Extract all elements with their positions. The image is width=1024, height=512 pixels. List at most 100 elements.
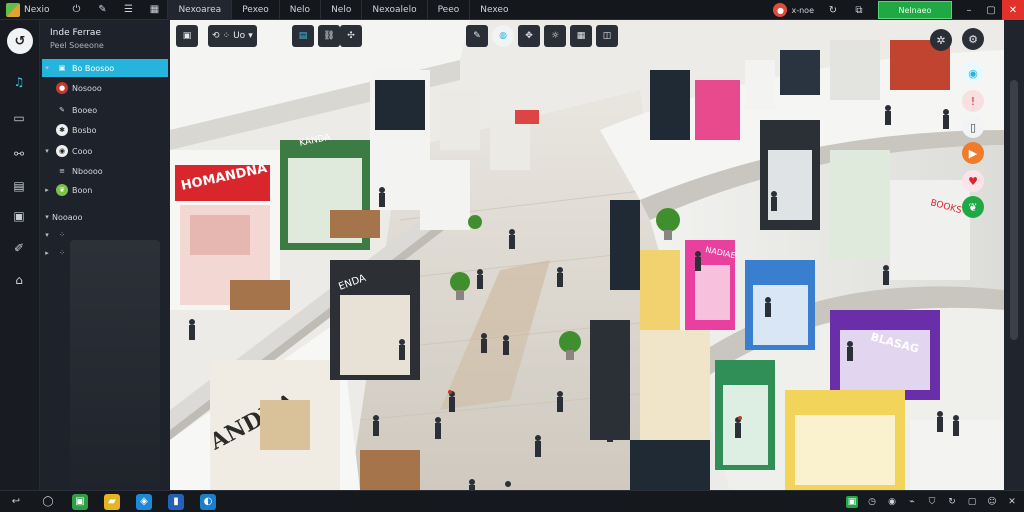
edge-app-icon[interactable]: ◐	[200, 493, 216, 510]
teal-status-icon[interactable]: ◉	[962, 62, 984, 84]
tree-item-8[interactable]: ▾ Nooaoo	[42, 208, 168, 226]
refresh-icon[interactable]: ↻	[826, 3, 840, 17]
top-menu-bar: Nexio ⏻ ✎ ☰ ▦ Nexoarea Pexeo Nelo Nelo N…	[0, 0, 1024, 20]
folder-icon[interactable]: ▰	[104, 493, 120, 510]
viewport-toolbar-extra: ✣	[340, 25, 362, 47]
link-icon[interactable]: ⚯	[9, 144, 29, 164]
light-tool-button[interactable]: ☼	[544, 25, 566, 47]
mall-scene-render: HOMANDNA KANDA ANDNA ENDA BOOKS BLASAG N…	[170, 20, 1004, 490]
menu-item-5[interactable]: Nexoalelo	[361, 0, 426, 20]
gear-icon: ✱	[56, 124, 68, 136]
dots-icon: ⁘	[59, 231, 65, 239]
tree-item-sub-2[interactable]: ▸ ⁘	[42, 244, 168, 262]
snap-tool-button[interactable]: ◍	[492, 25, 514, 47]
tray-bell-icon[interactable]: ⌁	[906, 496, 918, 508]
menu-item-2[interactable]: Pexeo	[231, 0, 279, 20]
plant-status-icon[interactable]: ❦	[962, 196, 984, 218]
camera-tool-button[interactable]: ◫	[596, 25, 618, 47]
tree-item-7[interactable]: ▸ ❦ Boon	[42, 181, 168, 199]
box-icon[interactable]: ▭	[9, 108, 29, 128]
tree-item-4[interactable]: ✱ Bosbo	[42, 121, 168, 139]
house-icon[interactable]: ⌂	[9, 270, 29, 290]
tree-item-5[interactable]: ▾ ◉ Cooo	[42, 142, 168, 160]
tree-item-label: Bo Boosoo	[72, 63, 115, 73]
expand-caret-icon[interactable]: ▸	[42, 249, 52, 257]
store-app-icon[interactable]: ◈	[136, 493, 152, 510]
viewport-toolbar-mid: ⟲ ⁘ Uo ▾	[208, 25, 257, 47]
tree-item-3[interactable]: ✎ Booeo	[42, 101, 168, 119]
nav-gizmo-icon[interactable]: ✲	[930, 29, 952, 51]
panel-subtitle: Peel Soeeone	[50, 41, 104, 50]
viewport-toolbar-center: ✎ ◍ ✥ ☼ ▦ ◫	[466, 25, 618, 47]
status-label: x-noe	[791, 5, 814, 15]
split-icon[interactable]: ⧉	[852, 3, 866, 17]
video-icon[interactable]: ▶	[962, 142, 984, 164]
object-icon: ●	[56, 82, 68, 94]
tray-eye-icon[interactable]: ◉	[886, 496, 898, 508]
close-button[interactable]: ✕	[1002, 0, 1024, 20]
tree-item-label: Boon	[72, 185, 93, 195]
green-app-icon[interactable]: ▣	[72, 493, 88, 510]
book-app-icon[interactable]: ▮	[168, 493, 184, 510]
primary-action-button[interactable]: Nelnaeo	[878, 1, 952, 19]
tree-item-label: Bosbo	[72, 125, 97, 135]
minimize-button[interactable]: –	[958, 0, 980, 20]
alert-icon[interactable]: !	[962, 90, 984, 112]
menu-item-6[interactable]: Peeo	[426, 0, 470, 20]
gizmo-tool-button[interactable]: ✥	[518, 25, 540, 47]
tray-user-icon[interactable]: ☺	[986, 496, 998, 508]
tray-close-icon[interactable]: ✕	[1006, 496, 1018, 508]
link-tool-button[interactable]: ⛓	[318, 25, 340, 47]
viewport-toolbar-left: ▣	[176, 25, 198, 47]
back-arrow-icon[interactable]: ↩	[8, 494, 24, 510]
camera-mode-button[interactable]: ⟲ ⁘ Uo ▾	[208, 25, 257, 47]
maximize-button[interactable]: ▢	[980, 0, 1002, 20]
system-tray: ▣ ◷ ◉ ⌁ ⛉ ↻ ▢ ☺ ✕	[846, 491, 1018, 512]
tray-green-icon[interactable]: ▣	[846, 496, 858, 508]
transform-tool-button[interactable]: ✣	[340, 25, 362, 47]
vertical-scrollbar[interactable]	[1004, 20, 1024, 490]
book-icon[interactable]: ▤	[9, 176, 29, 196]
3d-viewport[interactable]: HOMANDNA KANDA ANDNA ENDA BOOKS BLASAG N…	[170, 20, 1004, 490]
power-icon[interactable]: ⏻	[69, 3, 83, 17]
expand-caret-icon[interactable]: ▸	[42, 186, 52, 194]
select-tool-button[interactable]: ▤	[292, 25, 314, 47]
tree-item-sub-1[interactable]: ▾ ⁘	[42, 226, 168, 244]
workspace-logo-icon[interactable]: ↺	[7, 28, 33, 54]
tray-box-icon[interactable]: ▢	[966, 496, 978, 508]
menu-item-7[interactable]: Nexeo	[469, 0, 518, 20]
frame-icon[interactable]: ▣	[176, 25, 198, 47]
menu-item-3[interactable]: Nelo	[278, 0, 320, 20]
tree-item-1[interactable]: ▾ ▣ Bo Boosoo	[42, 59, 168, 77]
menu-item-1[interactable]: Nexoarea	[167, 0, 232, 20]
viewport-toolbar-tools: ▤ ⛓	[292, 25, 340, 47]
tree-item-2[interactable]: ● Nosooo	[42, 79, 168, 97]
music-note-icon[interactable]: ♫	[9, 72, 29, 92]
app-name: Nexio	[24, 4, 50, 15]
record-icon[interactable]: ●	[773, 3, 788, 17]
bottom-taskbar: ↩ ◯ ▣ ▰ ◈ ▮ ◐ ▣ ◷ ◉ ⌁ ⛉ ↻ ▢ ☺ ✕	[0, 490, 1024, 512]
scrollbar-thumb[interactable]	[1010, 80, 1018, 340]
grid-icon[interactable]: ▦	[147, 3, 161, 17]
tree-item-6[interactable]: ≡ Nboooo	[42, 162, 168, 180]
settings-gear-icon[interactable]: ⚙	[962, 28, 984, 50]
expand-caret-icon[interactable]: ▾	[42, 231, 52, 239]
tools-icon[interactable]: ✎	[95, 3, 109, 17]
scene-tree-panel: Inde Ferrae Peel Soeeone ▾ ▣ Bo Boosoo ●…	[40, 20, 170, 490]
heart-icon[interactable]: ♥	[962, 170, 984, 192]
brush-icon[interactable]: ✐	[9, 238, 29, 258]
menu-item-4[interactable]: Nelo	[320, 0, 361, 20]
grid-tool-button[interactable]: ▦	[570, 25, 592, 47]
expand-caret-icon[interactable]: ▾	[42, 213, 52, 221]
brush-tool-button[interactable]: ✎	[466, 25, 488, 47]
expand-caret-icon[interactable]: ▾	[42, 147, 52, 155]
expand-caret-icon[interactable]: ▾	[42, 64, 52, 72]
picture-icon[interactable]: ▣	[9, 206, 29, 226]
chat-icon[interactable]: ◯	[40, 494, 56, 510]
tray-shield-icon[interactable]: ⛉	[926, 496, 938, 508]
panel-backdrop	[70, 240, 160, 490]
document-icon[interactable]: ▯	[962, 116, 984, 138]
mode-toggle-icon[interactable]: ☰	[121, 3, 135, 17]
tray-sync-icon[interactable]: ↻	[946, 496, 958, 508]
time-icon[interactable]: ◷	[866, 496, 878, 508]
